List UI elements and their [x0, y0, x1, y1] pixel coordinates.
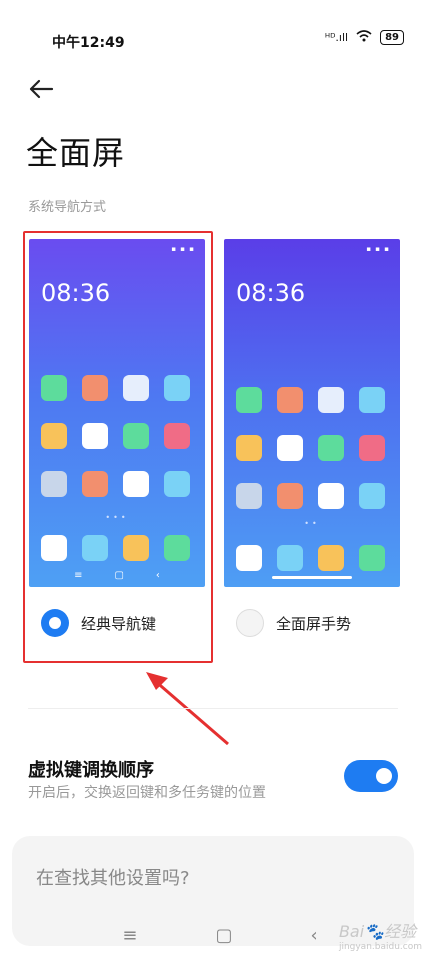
battery-icon: 89	[380, 30, 404, 45]
dock-icon	[236, 545, 262, 571]
app-icon	[236, 387, 262, 413]
option-label: 全面屏手势	[276, 614, 352, 633]
app-icon	[318, 387, 344, 413]
watermark-suffix: 经验	[384, 922, 417, 941]
app-icon	[359, 483, 385, 509]
wifi-icon	[356, 30, 372, 45]
preview-dock	[236, 545, 385, 571]
status-icons: ᴴᴰ.ıll 89	[325, 30, 404, 45]
watermark-sub: jingyan.baidu.com	[338, 942, 422, 952]
signal-icon: ᴴᴰ.ıll	[324, 31, 349, 44]
app-icon	[277, 435, 303, 461]
radio-unselected[interactable]	[236, 609, 264, 637]
page-dots: ••	[304, 519, 320, 528]
option-gesture-nav[interactable]: ▪ ▪ ▪ 08:36 •• 全面屏手势	[224, 239, 400, 637]
home-icon[interactable]: ▢	[215, 925, 232, 946]
app-icon	[236, 483, 262, 509]
dock-icon	[359, 545, 385, 571]
annotation-arrow-icon	[146, 672, 229, 746]
back-icon[interactable]: ‹	[310, 925, 317, 946]
divider	[28, 708, 398, 709]
watermark-paw: 🐾	[364, 922, 385, 941]
radio-row-gesture[interactable]: 全面屏手势	[224, 609, 400, 637]
page-title: 全面屏	[26, 134, 126, 172]
app-icon	[236, 435, 262, 461]
back-button[interactable]	[26, 74, 56, 104]
gesture-nav-preview: ▪ ▪ ▪ 08:36 ••	[224, 239, 400, 587]
highlight-box	[23, 231, 213, 663]
watermark: Bai🐾经验 jingyan.baidu.com	[339, 918, 422, 952]
app-icon	[359, 387, 385, 413]
app-icon	[277, 483, 303, 509]
arrow-left-icon	[29, 79, 54, 99]
preview-clock: 08:36	[236, 279, 306, 307]
preview-app-grid	[236, 387, 385, 509]
section-label: 系统导航方式	[28, 200, 107, 215]
app-icon	[318, 483, 344, 509]
preview-status-icons: ▪ ▪ ▪	[366, 245, 390, 253]
gesture-bar	[272, 576, 352, 579]
menu-icon[interactable]: ≡	[122, 925, 137, 946]
swap-keys-toggle[interactable]	[344, 760, 398, 792]
dock-icon	[277, 545, 303, 571]
app-icon	[318, 435, 344, 461]
setting-title: 虚拟键调换顺序	[28, 760, 154, 781]
status-time: 中午12:49	[52, 35, 125, 51]
setting-description: 开启后，交换返回键和多任务键的位置	[28, 785, 266, 801]
app-icon	[359, 435, 385, 461]
dock-icon	[318, 545, 344, 571]
app-icon	[277, 387, 303, 413]
watermark-brand: Bai	[338, 922, 365, 941]
search-prompt[interactable]: 在查找其他设置吗?	[36, 864, 190, 890]
